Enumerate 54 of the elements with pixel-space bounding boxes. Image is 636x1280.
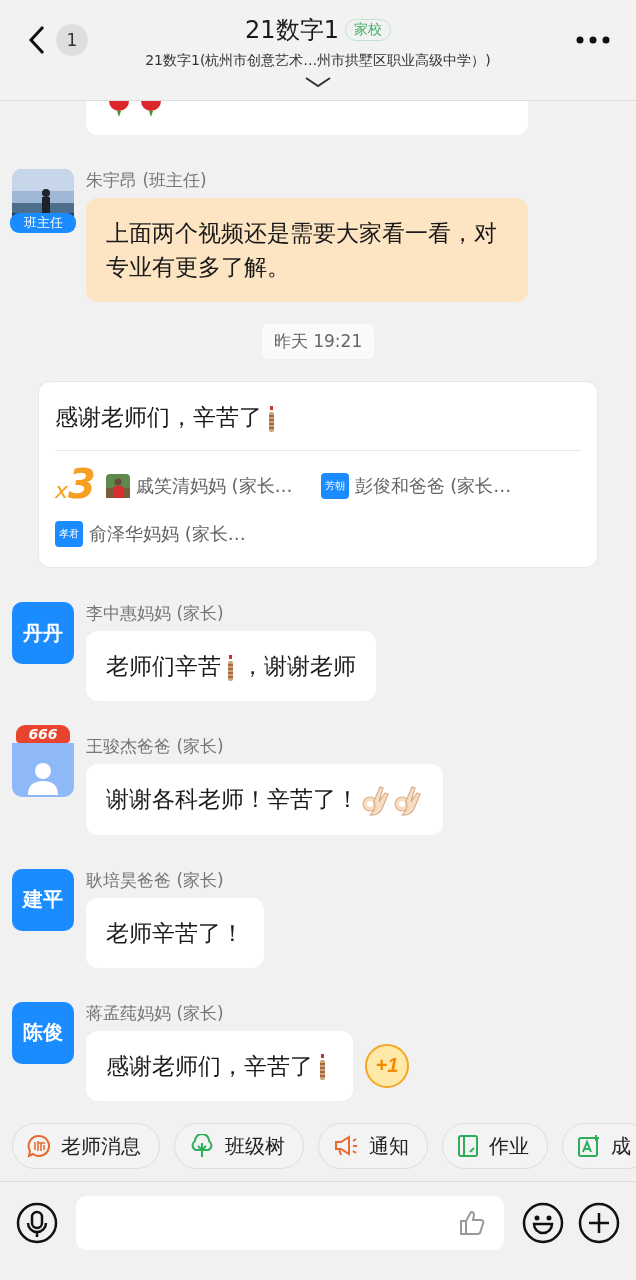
- ok-hand-icon: [360, 784, 390, 817]
- tree-icon: [189, 1134, 215, 1158]
- ok-hand-icon: [392, 784, 422, 817]
- message-bubble: 老师辛苦了！: [86, 897, 264, 968]
- shortcut-chip[interactable]: 通知: [318, 1123, 428, 1169]
- chat-subtitle: 21数字1(杭州市创意艺术…州市拱墅区职业高级中学）): [145, 52, 491, 70]
- firecracker-icon: [319, 1054, 327, 1080]
- sender-name: 王骏杰爸爸 (家长): [86, 735, 225, 758]
- chat-title: 21数字1: [245, 15, 339, 46]
- message-bubble: 感谢老师们，辛苦了: [86, 1030, 353, 1101]
- shortcut-chip[interactable]: 成: [562, 1123, 636, 1169]
- avatar[interactable]: 芳朝: [320, 473, 349, 499]
- speech-bubble-icon: [27, 1134, 51, 1158]
- message-bubble: 老师们辛苦 ，谢谢老师: [86, 631, 376, 701]
- plus-one-button[interactable]: +1: [365, 1043, 409, 1088]
- sender-name: 耿培昊爸爸 (家长): [86, 868, 225, 892]
- shortcut-chip[interactable]: 作业: [442, 1123, 548, 1169]
- unread-count: 1: [56, 24, 88, 56]
- emoji-icon[interactable]: [522, 1202, 564, 1244]
- avatar[interactable]: 孝君: [55, 521, 83, 547]
- role-badge: 班主任: [10, 213, 76, 233]
- avatar[interactable]: 丹丹: [12, 602, 74, 664]
- microphone-icon[interactable]: [16, 1202, 58, 1244]
- firecracker-icon: [227, 654, 235, 681]
- shortcut-chip[interactable]: 班级树: [174, 1123, 304, 1169]
- shortcut-chip[interactable]: 老师消息: [12, 1123, 160, 1169]
- avatar-caption-label: 666: [16, 725, 70, 743]
- plus-icon[interactable]: [578, 1202, 620, 1244]
- firecracker-icon: [268, 405, 276, 432]
- multiplier-sign: x: [55, 478, 69, 503]
- participant-name: 戚笑清妈妈 (家长…: [135, 474, 293, 498]
- sender-name: 李中惠妈妈 (家长): [86, 602, 225, 625]
- back-icon[interactable]: [28, 25, 46, 55]
- avatar[interactable]: 陈俊: [12, 1001, 74, 1064]
- participant-name: 彭俊和爸爸 (家长…: [354, 474, 512, 498]
- message-bubble: 上面两个视频还是需要大家看一看，对专业有更多了解。: [86, 198, 528, 302]
- relay-count: 3: [68, 469, 96, 499]
- tomato-icon: [108, 101, 130, 117]
- megaphone-icon: [333, 1134, 359, 1158]
- chevron-down-icon[interactable]: [305, 76, 331, 88]
- message-bubble: 谢谢各科老师！辛苦了！: [86, 764, 443, 835]
- more-icon[interactable]: [576, 36, 610, 44]
- relay-text: 感谢老师们，辛苦了: [55, 398, 581, 450]
- tomato-icon: [140, 101, 162, 117]
- person-icon: [26, 761, 60, 797]
- timestamp: 昨天 19:21: [261, 324, 375, 359]
- participant-name: 俞泽华妈妈 (家长…: [89, 522, 246, 546]
- thumbs-up-icon[interactable]: [458, 1209, 486, 1237]
- avatar[interactable]: 建平: [12, 868, 74, 931]
- grade-icon: [577, 1134, 601, 1158]
- notebook-icon: [457, 1134, 479, 1158]
- sender-name: 蒋孟莼妈妈 (家长): [86, 1001, 225, 1025]
- message-input-field[interactable]: [76, 1196, 504, 1250]
- sender-name: 朱宇昂 (班主任): [86, 169, 208, 192]
